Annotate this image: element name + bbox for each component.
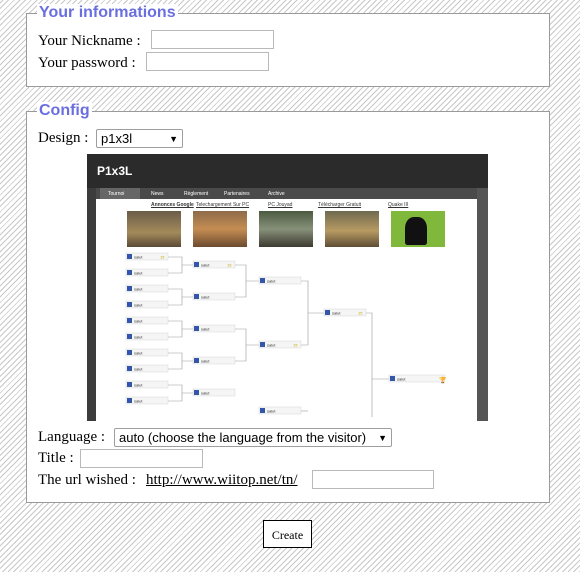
preview-bracket-name: salut: [134, 271, 143, 276]
your-informations-fieldset: Your informations Your Nickname : Your p…: [26, 4, 550, 87]
preview-bracket-name: salut: [267, 409, 276, 414]
preview-bracket-score: 15: [293, 343, 298, 348]
design-row: Design : p1x3l ▼: [38, 129, 183, 148]
language-select[interactable]: auto (choose the language from the visit…: [114, 428, 392, 447]
preview-bracket-score: 15: [358, 311, 363, 316]
title-row: Title :: [38, 449, 203, 468]
preview-nav-item: Règlement: [184, 191, 209, 197]
preview-nav-item: Archive: [268, 191, 285, 197]
password-label: Your password :: [38, 55, 136, 71]
preview-bracket-name: salut: [201, 263, 210, 268]
design-select[interactable]: p1x3l ▼: [96, 129, 183, 148]
preview-bracket-score: 15: [160, 255, 165, 260]
preview-thumbnail: [127, 211, 181, 247]
preview-thumb-label: Quake III: [388, 202, 409, 208]
chevron-down-icon: ▼: [378, 433, 387, 443]
url-input[interactable]: [312, 470, 434, 489]
preview-bracket-name: salut: [134, 255, 143, 260]
preview-nav-item: News: [151, 191, 164, 197]
preview-thumb-label: PC Jouyad: [268, 202, 293, 208]
language-label: Language :: [38, 429, 106, 445]
preview-bracket-name: salut: [134, 287, 143, 292]
preview-thumbnail: [259, 211, 313, 247]
preview-thumb-label: Télécharger Gratuit: [318, 202, 362, 208]
language-select-value: auto (choose the language from the visit…: [119, 430, 367, 445]
url-label: The url wished :: [38, 472, 136, 488]
nickname-label: Your Nickname :: [38, 33, 141, 49]
design-preview-image: P1x3L Tournoi News Règlement Partenaires…: [87, 154, 488, 421]
preview-bracket-name: salut: [134, 383, 143, 388]
design-label: Design :: [38, 130, 89, 146]
nickname-row: Your Nickname :: [38, 30, 274, 50]
preview-bracket-name: salut: [134, 367, 143, 372]
config-fieldset: Config Design : p1x3l ▼ P1x3L Tournoi Ne…: [26, 102, 550, 503]
preview-bracket-name: salut: [134, 319, 143, 324]
trophy-icon: 🏆: [439, 376, 447, 384]
preview-thumbnail: [325, 211, 379, 247]
preview-thumbnail: [193, 211, 247, 247]
url-prefix-text: http://www.wiitop.net/tn/: [146, 472, 298, 488]
preview-bracket-name: salut: [201, 327, 210, 332]
preview-bracket-name: salut: [201, 359, 210, 364]
create-button[interactable]: Create: [263, 520, 312, 548]
preview-bracket-name: salut: [201, 391, 210, 396]
nickname-input[interactable]: [151, 30, 274, 49]
password-row: Your password :: [38, 52, 269, 72]
preview-logo: P1x3L: [97, 164, 133, 178]
url-row: The url wished : http://www.wiitop.net/t…: [38, 470, 434, 489]
password-input[interactable]: [146, 52, 269, 71]
your-informations-legend: Your informations: [37, 4, 178, 22]
preview-bracket-name: salut: [332, 311, 341, 316]
design-select-value: p1x3l: [101, 131, 133, 146]
title-label: Title :: [38, 450, 74, 466]
preview-thumbnail: [391, 211, 445, 247]
config-legend: Config: [37, 102, 92, 120]
preview-thumb-label: Annonces Google: [151, 202, 194, 208]
preview-header: P1x3L: [87, 154, 488, 188]
preview-bracket-name: salut: [134, 399, 143, 404]
preview-bracket-score: 15: [227, 263, 232, 268]
preview-bracket-name: salut: [134, 303, 143, 308]
language-row: Language : auto (choose the language fro…: [38, 428, 392, 447]
preview-bracket-name: salut: [397, 377, 406, 382]
preview-bracket-name: salut: [267, 343, 276, 348]
preview-thumb-label: Telechargement Sur PC: [196, 202, 250, 208]
preview-body: Annonces Google Telechargement Sur PC PC…: [96, 199, 477, 421]
title-input[interactable]: [80, 449, 203, 468]
preview-nav-item: Tournoi: [108, 191, 125, 197]
chevron-down-icon: ▼: [169, 134, 178, 144]
preview-side-strip: [477, 188, 488, 421]
preview-thumbnail-figure: [405, 217, 427, 245]
preview-bracket: salut salut salut salut salut salut salu…: [125, 252, 447, 417]
preview-bracket-name: salut: [134, 351, 143, 356]
preview-bracket-name: salut: [201, 295, 210, 300]
preview-nav: Tournoi News Règlement Partenaires Archi…: [96, 188, 477, 199]
preview-bracket-name: salut: [267, 279, 276, 284]
preview-bracket-name: salut: [134, 335, 143, 340]
preview-nav-item: Partenaires: [224, 191, 250, 197]
